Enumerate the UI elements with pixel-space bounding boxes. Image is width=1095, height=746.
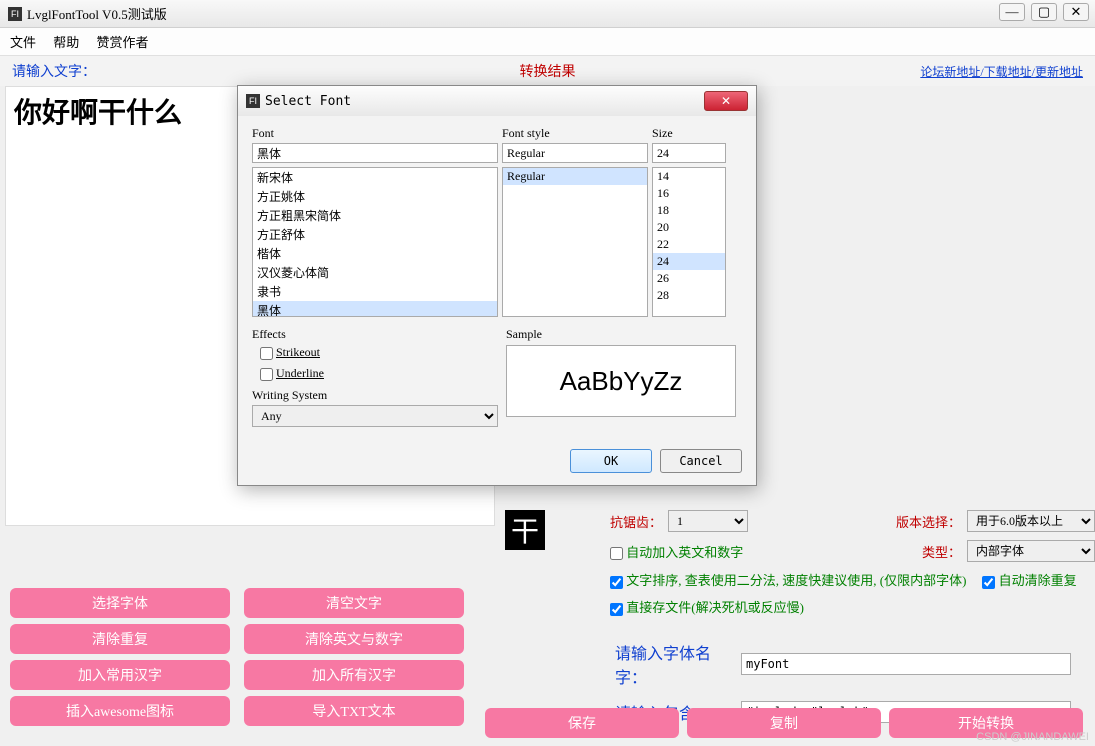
menu-help[interactable]: 帮助 <box>53 35 79 50</box>
action-buttons: 选择字体 清空文字 清除重复 清除英文与数字 加入常用汉字 加入所有汉字 插入a… <box>10 588 464 726</box>
glyph-preview: 干 <box>505 510 545 550</box>
save-button[interactable]: 保存 <box>485 708 679 738</box>
list-item[interactable]: 16 <box>653 185 725 202</box>
font-col-label: Font <box>252 126 502 141</box>
sample-label: Sample <box>506 327 736 342</box>
antialias-select[interactable]: 1 <box>668 510 748 532</box>
version-label: 版本选择： <box>896 512 961 531</box>
direct-save-check[interactable]: 直接存文件(解决死机或反应慢) <box>610 597 804 616</box>
list-item[interactable]: 24 <box>653 253 725 270</box>
version-select[interactable]: 用于6.0版本以上 <box>967 510 1095 532</box>
size-col-label: Size <box>652 126 722 141</box>
list-item[interactable]: 14 <box>653 168 725 185</box>
binary-sort-check[interactable]: 文字排序, 查表使用二分法, 速度快建议使用, (仅限内部字体) <box>610 570 966 589</box>
awesome-button[interactable]: 插入awesome图标 <box>10 696 230 726</box>
settings-panel: 抗锯齿： 1 版本选择： 用于6.0版本以上 自动加入英文和数字 类型： 内部字… <box>610 510 1095 624</box>
app-icon: FI <box>8 7 22 21</box>
type-label: 类型： <box>922 542 961 561</box>
font-name-input[interactable] <box>741 653 1071 675</box>
dialog-title: Select Font <box>265 94 351 109</box>
list-item[interactable]: 28 <box>653 287 725 304</box>
list-item[interactable]: Regular <box>503 168 647 185</box>
clear-text-button[interactable]: 清空文字 <box>244 588 464 618</box>
strikeout-check[interactable]: Strikeout <box>260 345 320 359</box>
underline-check[interactable]: Underline <box>260 366 324 380</box>
maximize-button[interactable]: ▢ <box>1031 3 1057 21</box>
window-controls: — ▢ ✕ <box>999 3 1089 21</box>
select-font-button[interactable]: 选择字体 <box>10 588 230 618</box>
auto-latin-check[interactable]: 自动加入英文和数字 <box>610 542 743 561</box>
menu-bar: 文件 帮助 赞赏作者 <box>0 28 1095 56</box>
select-font-dialog: FI Select Font ✕ Font Font style Size 新宋… <box>237 85 757 486</box>
type-select[interactable]: 内部字体 <box>967 540 1095 562</box>
clear-latin-button[interactable]: 清除英文与数字 <box>244 624 464 654</box>
common-hanzi-button[interactable]: 加入常用汉字 <box>10 660 230 690</box>
list-item[interactable]: 黑体 <box>253 301 497 317</box>
menu-sponsor[interactable]: 赞赏作者 <box>97 35 149 50</box>
list-item[interactable]: 方正粗黑宋简体 <box>253 206 497 225</box>
forum-links[interactable]: 论坛新地址/下载地址/更新地址 <box>920 63 1083 80</box>
list-item[interactable]: 26 <box>653 270 725 287</box>
antialias-label: 抗锯齿： <box>610 512 662 531</box>
sample-preview: AaBbYyZz <box>506 345 736 417</box>
list-item[interactable]: 方正舒体 <box>253 225 497 244</box>
style-input[interactable] <box>502 143 648 163</box>
list-item[interactable]: 汉仪菱心体简 <box>253 263 497 282</box>
window-title: LvglFontTool V0.5测试版 <box>27 4 167 23</box>
effects-label: Effects <box>252 327 498 342</box>
writing-system-select[interactable]: Any <box>252 405 498 427</box>
input-label: 请输入文字： <box>12 61 96 81</box>
watermark: CSDN @JINANDAWEI <box>976 731 1089 743</box>
style-col-label: Font style <box>502 126 652 141</box>
dialog-buttons: OK Cancel <box>238 437 756 485</box>
style-listbox[interactable]: Regular <box>502 167 648 317</box>
size-input[interactable] <box>652 143 726 163</box>
auto-dedup-check[interactable]: 自动清除重复 <box>982 570 1076 589</box>
dialog-title-bar: FI Select Font ✕ <box>238 86 756 116</box>
cancel-button[interactable]: Cancel <box>660 449 742 473</box>
ok-button[interactable]: OK <box>570 449 652 473</box>
result-label: 转换结果 <box>520 61 576 81</box>
main-title-bar: FI LvglFontTool V0.5测试版 — ▢ ✕ <box>0 0 1095 28</box>
font-listbox[interactable]: 新宋体方正姚体方正粗黑宋简体方正舒体楷体汉仪菱心体简隶书黑体 <box>252 167 498 317</box>
font-input[interactable] <box>252 143 498 163</box>
list-item[interactable]: 楷体 <box>253 244 497 263</box>
font-name-label: 请输入字体名字： <box>615 640 735 688</box>
list-item[interactable]: 隶书 <box>253 282 497 301</box>
list-item[interactable]: 新宋体 <box>253 168 497 187</box>
all-hanzi-button[interactable]: 加入所有汉字 <box>244 660 464 690</box>
dialog-body: Font Font style Size 新宋体方正姚体方正粗黑宋简体方正舒体楷… <box>238 116 756 437</box>
list-item[interactable]: 20 <box>653 219 725 236</box>
dialog-icon: FI <box>246 94 260 108</box>
copy-button[interactable]: 复制 <box>687 708 881 738</box>
list-item[interactable]: 18 <box>653 202 725 219</box>
dedup-button[interactable]: 清除重复 <box>10 624 230 654</box>
list-item[interactable]: 22 <box>653 236 725 253</box>
size-listbox[interactable]: 1416182022242628 <box>652 167 726 317</box>
import-txt-button[interactable]: 导入TXT文本 <box>244 696 464 726</box>
top-labels: 请输入文字： 转换结果 论坛新地址/下载地址/更新地址 <box>0 56 1095 86</box>
dialog-close-button[interactable]: ✕ <box>704 91 748 111</box>
writing-system-label: Writing System <box>252 388 498 403</box>
menu-file[interactable]: 文件 <box>10 35 36 50</box>
minimize-button[interactable]: — <box>999 3 1025 21</box>
close-button[interactable]: ✕ <box>1063 3 1089 21</box>
list-item[interactable]: 方正姚体 <box>253 187 497 206</box>
